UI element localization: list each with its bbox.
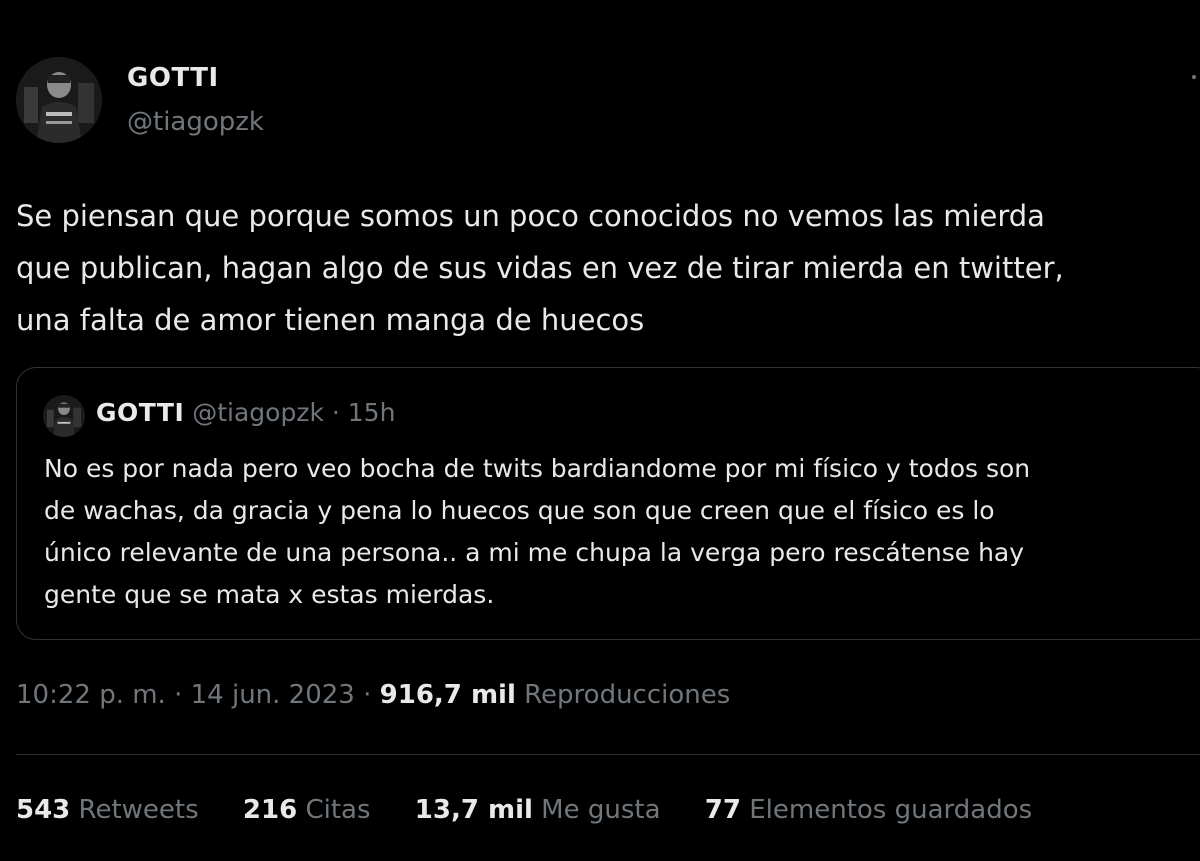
- quoted-display-name: GOTTI: [96, 398, 185, 427]
- divider: [16, 754, 1200, 755]
- tweet-text-line: una falta de amor tienen manga de huecos: [16, 303, 645, 337]
- tweet-meta: 10:22 p. m. · 14 jun. 2023 · 916,7 mil R…: [16, 680, 730, 710]
- retweets-stat[interactable]: 543 Retweets: [16, 795, 199, 825]
- quoted-separator: ·: [331, 398, 340, 427]
- tweet-page: GOTTI @tiagopzk Se piensan que porque so…: [0, 0, 1200, 861]
- bookmarks-stat[interactable]: 77 Elementos guardados: [705, 795, 1032, 825]
- more-options-icon[interactable]: [1192, 75, 1196, 79]
- quoted-handle: @tiagopzk: [192, 398, 324, 427]
- quoted-time: 15h: [347, 398, 396, 427]
- bookmarks-label: Elementos guardados: [749, 795, 1033, 825]
- tweet-date[interactable]: 14 jun. 2023: [191, 680, 355, 710]
- retweets-label: Retweets: [78, 795, 199, 825]
- likes-label: Me gusta: [541, 795, 661, 825]
- quoted-tweet-card[interactable]: GOTTI @tiagopzk · 15h No es por nada per…: [16, 367, 1200, 640]
- tweet-text-line: que publican, hagan algo de sus vidas en…: [16, 251, 1064, 285]
- tweet-text-line: Se piensan que porque somos un poco cono…: [16, 199, 1045, 233]
- quoted-text-line: No es por nada pero veo bocha de twits b…: [44, 454, 1031, 483]
- meta-separator: ·: [174, 680, 183, 710]
- tweet-header: GOTTI @tiagopzk: [16, 57, 1196, 147]
- tweet-stats: 543 Retweets 216 Citas 13,7 mil Me gusta…: [16, 795, 1068, 825]
- tweet-text: Se piensan que porque somos un poco cono…: [16, 190, 1196, 346]
- author-display-name[interactable]: GOTTI: [127, 63, 219, 93]
- quotes-label: Citas: [305, 795, 371, 825]
- likes-stat[interactable]: 13,7 mil Me gusta: [415, 795, 661, 825]
- quoted-text-line: único relevante de una persona.. a mi me…: [44, 538, 1025, 567]
- quoted-text-line: gente que se mata x estas mierdas.: [44, 580, 495, 609]
- bookmarks-count: 77: [704, 795, 741, 825]
- quoted-text-line: de wachas, da gracia y pena lo huecos qu…: [44, 496, 995, 525]
- avatar[interactable]: [16, 57, 102, 143]
- likes-count: 13,7 mil: [414, 795, 533, 825]
- quoted-tweet-header: GOTTI @tiagopzk · 15h: [96, 398, 395, 427]
- retweets-count: 543: [16, 795, 71, 825]
- author-handle[interactable]: @tiagopzk: [127, 107, 264, 137]
- views-count: 916,7 mil: [379, 680, 516, 710]
- quotes-stat[interactable]: 216 Citas: [243, 795, 371, 825]
- meta-separator: ·: [363, 680, 372, 710]
- avatar-photo-icon: [16, 57, 102, 143]
- tweet-time[interactable]: 10:22 p. m.: [16, 680, 166, 710]
- quoted-tweet-text: No es por nada pero veo bocha de twits b…: [44, 448, 1200, 616]
- quotes-count: 216: [242, 795, 298, 825]
- views-label: Reproducciones: [524, 680, 731, 710]
- quoted-avatar: [43, 395, 85, 437]
- avatar-photo-icon: [43, 395, 85, 437]
